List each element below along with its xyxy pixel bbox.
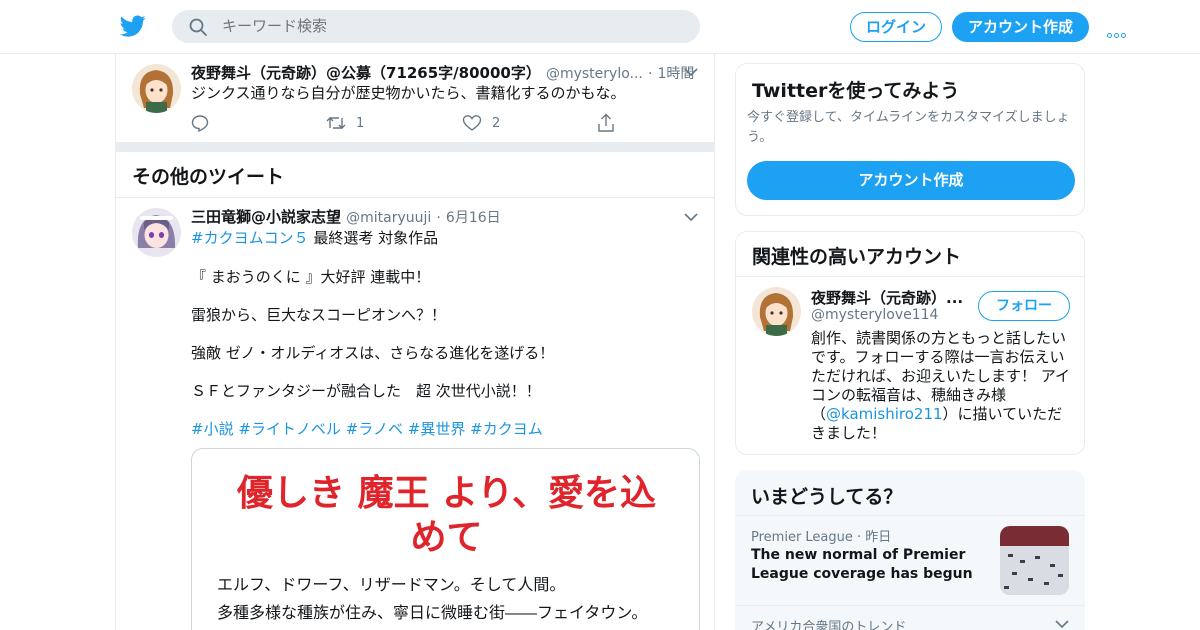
avatar[interactable] xyxy=(132,208,181,257)
tweet-text-line: #カクヨムコン５ 最終選考 対象作品 xyxy=(191,228,438,248)
heart-icon xyxy=(462,115,482,131)
tweet-paragraph: 強敵 ゼノ・オルディオスは、さらなる進化を遂げる！ xyxy=(191,344,555,362)
tweet[interactable]: 夜野舞斗（元奇跡）@公募（71265字/80000字） @mysterylo..… xyxy=(116,54,714,142)
timeline-column: 夜野舞斗（元奇跡）@公募（71265字/80000字） @mysterylo..… xyxy=(115,54,715,630)
card-text: 多種多様な種族が住み、寧日に微睡む街――フェイタウン。 xyxy=(217,603,648,622)
trend-meta: Premier League · 昨日 xyxy=(751,530,892,545)
tweet-timestamp[interactable]: 6月16日 xyxy=(446,210,501,226)
search-icon xyxy=(189,18,207,36)
card-heading: Twitterを使ってみよう xyxy=(752,80,960,102)
signup-prompt-card: Twitterを使ってみよう 今すぐ登録して、タイムラインをカスタマイズしましょ… xyxy=(735,63,1085,216)
account-handle[interactable]: @mysterylove114 xyxy=(811,307,938,323)
card-heading: いまどうしてる？ xyxy=(751,486,903,508)
follow-button[interactable]: フォロー xyxy=(978,291,1070,321)
tweet-header: 夜野舞斗（元奇跡）@公募（71265字/80000字） @mysterylo..… xyxy=(191,62,694,83)
mention-link[interactable]: @kamishiro211 xyxy=(826,405,943,423)
reply-icon[interactable] xyxy=(191,114,209,132)
hashtag-link[interactable]: #ライトノベル xyxy=(238,420,341,438)
login-button[interactable]: ログイン xyxy=(850,12,942,42)
avatar[interactable] xyxy=(132,64,181,113)
tweet-paragraph: ＳＦとファンタジーが融合した 超 次世代小説！！ xyxy=(191,382,541,400)
tweet-text: ジンクス通りなら自分が歴史物かいたら、書籍化するのかもな。 xyxy=(191,84,626,102)
more-options-icon[interactable] xyxy=(1107,23,1131,38)
divider xyxy=(736,276,1084,277)
tweet-author-name[interactable]: 夜野舞斗（元奇跡）@公募（71265字/80000字） xyxy=(191,64,541,82)
top-nav: ログイン アカウント作成 xyxy=(0,0,1200,54)
account-name[interactable]: 夜野舞斗（元奇跡）... xyxy=(811,287,971,308)
section-divider xyxy=(116,142,714,152)
hashtag-link[interactable]: #カクヨムコン５ xyxy=(191,229,309,247)
hashtag-link[interactable]: #小説 xyxy=(191,420,234,438)
search-bar[interactable] xyxy=(172,10,700,43)
tweet-author-handle[interactable]: @mysterylo... xyxy=(546,66,643,82)
retweet-action[interactable]: 1 xyxy=(326,114,364,132)
trend-headline: The new normal of Premier League coverag… xyxy=(751,547,973,582)
retweet-icon xyxy=(326,117,346,129)
card-title: 優しき 魔王 より、愛を込 めて xyxy=(192,471,699,559)
media-card[interactable]: 優しき 魔王 より、愛を込 めて エルフ、ドワーフ、リザードマン。そして人間。 … xyxy=(191,448,700,630)
retweet-count: 1 xyxy=(356,115,365,131)
card-text: エルフ、ドワーフ、リザードマン。そして人間。 xyxy=(217,575,566,594)
trend-meta: アメリカ合衆国のトレンド xyxy=(751,620,907,630)
divider xyxy=(735,605,1085,606)
trend-item[interactable]: Premier League · 昨日 The new normal of Pr… xyxy=(735,516,1085,605)
account-bio: 創作、読書関係の方ともっと話したいです。フォローする際は一言お伝えいただければ、… xyxy=(811,329,1075,443)
tweet-header: 三田竜獅@小説家志望 @mitaryuuji · 6月16日 xyxy=(191,206,501,227)
separator-dot: · xyxy=(436,210,441,226)
card-subtitle: 今すぐ登録して、タイムラインをカスタマイズしましょう。 xyxy=(747,110,1070,145)
share-icon[interactable] xyxy=(597,113,615,133)
signup-button[interactable]: アカウント作成 xyxy=(747,161,1075,200)
like-action[interactable]: 2 xyxy=(462,114,500,132)
tweet-paragraph: 雷狼から、巨大なスコーピオンへ？！ xyxy=(191,306,447,324)
related-accounts-card: 関連性の高いアカウント 夜野舞斗（元奇跡）... @mysterylove114… xyxy=(735,231,1085,455)
hashtag-link[interactable]: #カクヨム xyxy=(470,420,543,438)
chevron-down-icon[interactable] xyxy=(1055,620,1069,628)
trends-card: いまどうしてる？ Premier League · 昨日 The new nor… xyxy=(735,470,1085,630)
search-input[interactable] xyxy=(222,10,682,43)
like-count: 2 xyxy=(492,115,501,131)
hashtag-link[interactable]: #ラノベ xyxy=(346,420,403,438)
section-title: その他のツイート xyxy=(132,166,285,188)
hashtag-list: #小説 #ライトノベル #ラノベ #異世界 #カクヨム xyxy=(191,418,543,439)
chevron-down-icon[interactable] xyxy=(684,213,698,221)
hashtag-link[interactable]: #異世界 xyxy=(408,420,466,438)
twitter-logo-icon[interactable] xyxy=(120,13,146,39)
trend-thumbnail xyxy=(1000,526,1069,595)
tweet-author-name[interactable]: 三田竜獅@小説家志望 xyxy=(191,208,341,226)
tweet-paragraph: 『 まおうのくに 』大好評 連載中！ xyxy=(191,268,431,286)
card-title-line: めて xyxy=(410,516,483,558)
avatar[interactable] xyxy=(752,287,801,336)
tweet-author-handle[interactable]: @mitaryuuji xyxy=(346,210,431,226)
signup-button[interactable]: アカウント作成 xyxy=(952,12,1089,42)
card-heading: 関連性の高いアカウント xyxy=(752,246,962,268)
chevron-down-icon[interactable] xyxy=(684,68,698,76)
tweet-text: 最終選考 対象作品 xyxy=(308,229,439,247)
card-title-line: 優しき 魔王 より、愛を込 xyxy=(237,472,656,514)
separator-dot: · xyxy=(647,66,653,82)
